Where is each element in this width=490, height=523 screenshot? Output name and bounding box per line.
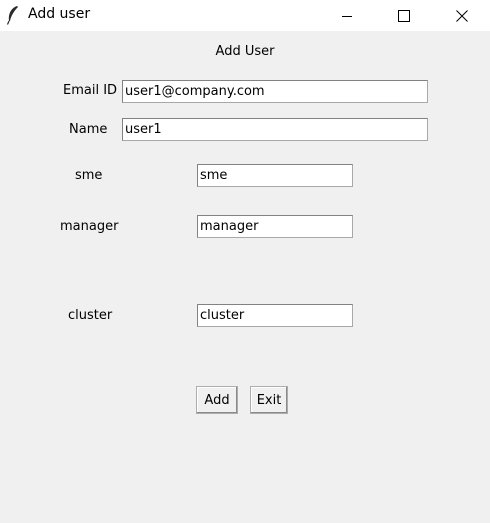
close-icon — [456, 9, 468, 22]
name-label: Name — [69, 122, 108, 137]
cluster-label: cluster — [68, 308, 113, 323]
sme-field[interactable]: sme — [197, 164, 353, 187]
email-field[interactable]: user1@company.com — [122, 80, 428, 103]
cluster-field[interactable]: cluster — [197, 304, 353, 327]
form-heading: Add User — [215, 44, 275, 59]
name-field[interactable]: user1 — [122, 118, 428, 141]
feather-icon — [6, 5, 20, 25]
email-label: Email ID — [63, 83, 118, 98]
title-bar[interactable]: Add user — [0, 0, 490, 31]
manager-label: manager — [60, 219, 119, 234]
form-area: Add User Email ID user1@company.com Name… — [0, 31, 490, 523]
sme-label: sme — [75, 168, 103, 183]
manager-field[interactable]: manager — [197, 215, 353, 238]
maximize-icon — [398, 9, 410, 22]
add-button[interactable]: Add — [196, 386, 238, 414]
window-title: Add user — [28, 6, 91, 22]
minimize-button[interactable] — [324, 0, 370, 31]
minimize-icon — [341, 10, 353, 22]
exit-button[interactable]: Exit — [250, 386, 288, 414]
close-button[interactable] — [439, 0, 485, 31]
maximize-button[interactable] — [381, 0, 427, 31]
